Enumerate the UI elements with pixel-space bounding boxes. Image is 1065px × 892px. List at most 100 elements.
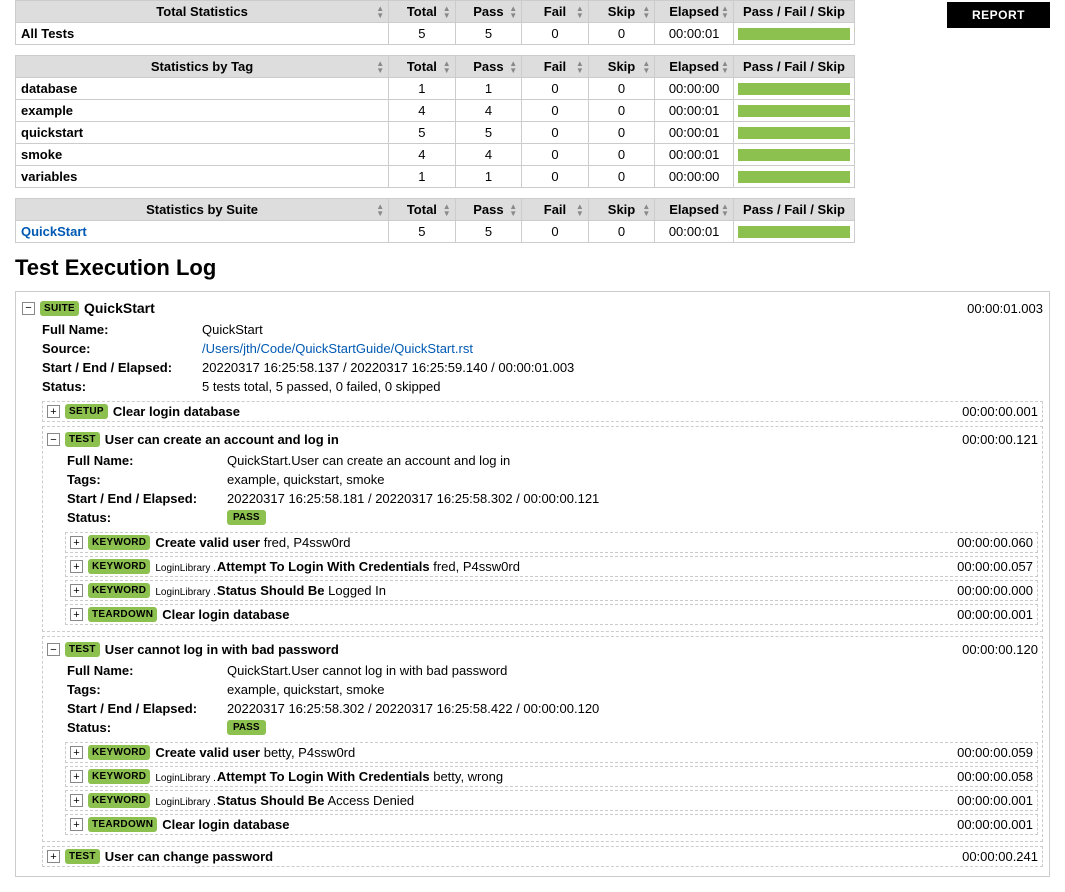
- col-skip[interactable]: Skip▲▼: [588, 1, 655, 23]
- keyword-row[interactable]: +KEYWORDLoginLibrary .Status Should Be A…: [65, 790, 1038, 811]
- col-name[interactable]: Statistics by Tag▲▼: [16, 56, 389, 78]
- table-row: QuickStart 5 5 0 0 00:00:01: [16, 221, 855, 243]
- teardown-name: Clear login database: [162, 607, 289, 622]
- col-total[interactable]: Total▲▼: [389, 199, 456, 221]
- col-skip[interactable]: Skip▲▼: [588, 199, 655, 221]
- keyword-text: Create valid user betty, P4ssw0rd: [155, 745, 355, 760]
- keyword-text: Create valid user fred, P4ssw0rd: [155, 535, 350, 550]
- test-badge: TEST: [65, 642, 100, 657]
- teardown-row[interactable]: +TEARDOWNClear login database00:00:00.00…: [65, 604, 1038, 625]
- expand-icon[interactable]: +: [70, 818, 83, 831]
- status-badge: PASS: [227, 510, 266, 525]
- expand-icon[interactable]: +: [70, 608, 83, 621]
- suite-statistics-table: Statistics by Suite▲▼ Total▲▼ Pass▲▼ Fai…: [15, 198, 855, 243]
- expand-icon[interactable]: +: [47, 405, 60, 418]
- keyword-row[interactable]: + KEYWORD Create valid user fred, P4ssw0rd…: [65, 532, 1038, 553]
- col-pass[interactable]: Pass▲▼: [455, 199, 522, 221]
- test-meta: Full Name:QuickStart.User can create an …: [67, 449, 1038, 529]
- pass-bar: [738, 105, 850, 117]
- col-fail[interactable]: Fail▲▼: [522, 199, 589, 221]
- pass-bar: [738, 226, 850, 238]
- test-row[interactable]: + TEST User can change password 00:00:00…: [42, 846, 1043, 867]
- pass-bar: [738, 127, 850, 139]
- col-name[interactable]: Statistics by Suite▲▼: [16, 199, 389, 221]
- suite-row[interactable]: − SUITE QuickStart 00:00:01.003: [22, 298, 1043, 318]
- pass-bar: [738, 149, 850, 161]
- col-pass[interactable]: Pass▲▼: [455, 1, 522, 23]
- elapsed: 00:00:00.057: [957, 559, 1033, 574]
- keyword-badge: KEYWORD: [88, 535, 150, 550]
- keyword-row[interactable]: +KEYWORDLoginLibrary .Attempt To Login W…: [65, 766, 1038, 787]
- keyword-badge: KEYWORD: [88, 559, 150, 574]
- test-name: User can change password: [105, 849, 273, 864]
- expand-icon[interactable]: +: [70, 770, 83, 783]
- elapsed: 00:00:00.058: [957, 769, 1033, 784]
- report-button[interactable]: REPORT: [947, 2, 1050, 28]
- expand-icon[interactable]: +: [47, 850, 60, 863]
- expand-icon[interactable]: +: [70, 560, 83, 573]
- keyword-row[interactable]: + KEYWORD LoginLibrary .Attempt To Login W…: [65, 556, 1038, 577]
- table-row: smoke440000:00:01: [16, 144, 855, 166]
- table-row: variables110000:00:00: [16, 166, 855, 188]
- teardown-row[interactable]: +TEARDOWNClear login database00:00:00.00…: [65, 814, 1038, 835]
- col-total[interactable]: Total▲▼: [389, 56, 456, 78]
- keyword-text: LoginLibrary .Status Should Be Logged In: [155, 583, 386, 598]
- col-elapsed[interactable]: Elapsed▲▼: [655, 199, 734, 221]
- col-elapsed[interactable]: Elapsed▲▼: [655, 56, 734, 78]
- col-skip[interactable]: Skip▲▼: [588, 56, 655, 78]
- expand-icon[interactable]: +: [70, 794, 83, 807]
- pass-bar: [738, 171, 850, 183]
- keyword-row[interactable]: +KEYWORDLoginLibrary .Status Should Be L…: [65, 580, 1038, 601]
- pass-bar: [738, 83, 850, 95]
- elapsed: 00:00:00.001: [962, 404, 1038, 419]
- teardown-badge: TEARDOWN: [88, 817, 157, 832]
- tag-statistics-table: Statistics by Tag▲▼ Total▲▼ Pass▲▼ Fail▲…: [15, 55, 855, 188]
- table-row: All Tests 5 5 0 0 00:00:01: [16, 23, 855, 45]
- test-row[interactable]: −TEST User cannot log in with bad passwor…: [47, 640, 1038, 659]
- elapsed: 00:00:01.003: [967, 301, 1043, 316]
- keyword-row[interactable]: + KEYWORD Create valid user betty, P4ssw0r…: [65, 742, 1038, 763]
- test-name: User can create an account and log in: [105, 432, 339, 447]
- total-statistics-table: Total Statistics▲▼ Total▲▼ Pass▲▼ Fail▲▼…: [15, 0, 855, 45]
- table-row: quickstart550000:00:01: [16, 122, 855, 144]
- col-name[interactable]: Total Statistics▲▼: [16, 1, 389, 23]
- collapse-icon[interactable]: −: [22, 302, 35, 315]
- test-row[interactable]: −TESTUser can create an account and log …: [47, 430, 1038, 449]
- test-name: User cannot log in with bad password: [105, 642, 339, 657]
- teardown-name: Clear login database: [162, 817, 289, 832]
- setup-row[interactable]: + SETUP Clear login database 00:00:00.00…: [42, 401, 1043, 422]
- setup-name: Clear login database: [113, 404, 240, 419]
- keyword-badge: KEYWORD: [88, 769, 150, 784]
- setup-badge: SETUP: [65, 404, 108, 419]
- collapse-icon[interactable]: −: [47, 643, 60, 656]
- col-graph: Pass / Fail / Skip: [733, 56, 854, 78]
- pass-bar: [738, 28, 850, 40]
- col-graph: Pass / Fail / Skip: [733, 1, 854, 23]
- expand-icon[interactable]: +: [70, 746, 83, 759]
- expand-icon[interactable]: +: [70, 536, 83, 549]
- col-total[interactable]: Total▲▼: [389, 1, 456, 23]
- col-graph: Pass / Fail / Skip: [733, 199, 854, 221]
- collapse-icon[interactable]: −: [47, 433, 60, 446]
- expand-icon[interactable]: +: [70, 584, 83, 597]
- col-fail[interactable]: Fail▲▼: [522, 56, 589, 78]
- test-badge: TEST: [65, 849, 100, 864]
- keyword-text: LoginLibrary .Attempt To Login With Cred…: [155, 559, 520, 574]
- col-fail[interactable]: Fail▲▼: [522, 1, 589, 23]
- elapsed: 00:00:00.001: [957, 793, 1033, 808]
- suite-badge: SUITE: [40, 301, 79, 316]
- suite-link[interactable]: QuickStart: [21, 224, 87, 239]
- source-link[interactable]: /Users/jth/Code/QuickStartGuide/QuickSta…: [202, 341, 473, 356]
- table-row: database110000:00:00: [16, 78, 855, 100]
- elapsed: 00:00:00.121: [962, 432, 1038, 447]
- elapsed: 00:00:00.060: [957, 535, 1033, 550]
- keyword-badge: KEYWORD: [88, 745, 150, 760]
- status-badge: PASS: [227, 720, 266, 735]
- col-pass[interactable]: Pass▲▼: [455, 56, 522, 78]
- test-meta: Full Name:QuickStart.User cannot log in …: [67, 659, 1038, 739]
- test-block: −TEST User cannot log in with bad passwor…: [42, 636, 1043, 842]
- table-row: example440000:00:01: [16, 100, 855, 122]
- elapsed: 00:00:00.000: [957, 583, 1033, 598]
- elapsed: 00:00:00.120: [962, 642, 1038, 657]
- col-elapsed[interactable]: Elapsed▲▼: [655, 1, 734, 23]
